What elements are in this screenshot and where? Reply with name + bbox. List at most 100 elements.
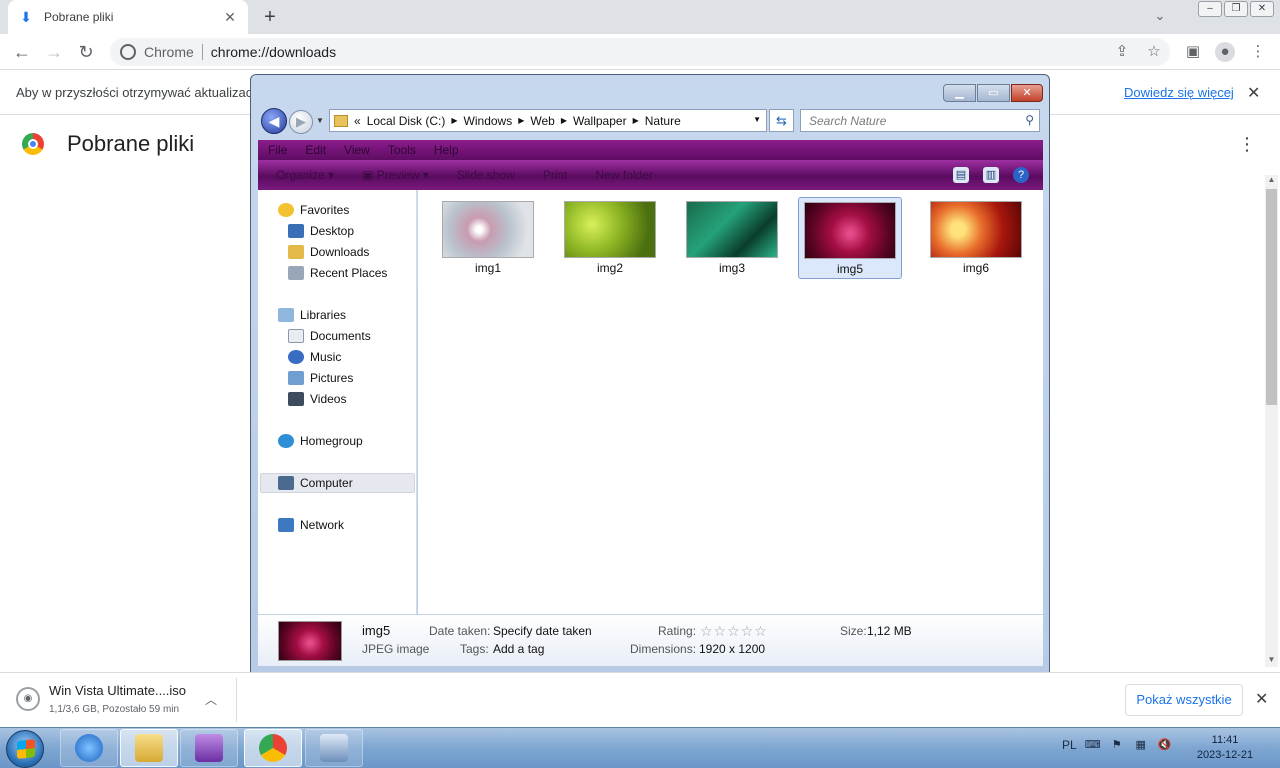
- info-bar-close-icon[interactable]: ✕: [1247, 83, 1260, 103]
- keyboard-icon[interactable]: ⌨: [1085, 738, 1101, 752]
- tab-close-icon[interactable]: ✕: [222, 9, 238, 25]
- system-clock[interactable]: 11:41 2023-12-21: [1190, 733, 1260, 763]
- nav-homegroup[interactable]: Homegroup: [278, 431, 363, 451]
- explorer-back-icon[interactable]: ◀: [261, 108, 287, 134]
- explorer-search-input[interactable]: Search Nature ⚲: [800, 109, 1040, 132]
- file-thumbnail[interactable]: img3: [680, 197, 784, 279]
- explorer-window-controls: ▁ ▭ ✕: [943, 84, 1043, 102]
- file-name: img2: [596, 261, 623, 275]
- page-menu-kebab-icon[interactable]: ⋮: [1238, 134, 1256, 155]
- change-view-icon[interactable]: ▤: [953, 167, 969, 183]
- menu-help[interactable]: Help: [434, 143, 459, 157]
- volume-muted-icon[interactable]: 🔇: [1157, 738, 1173, 752]
- nav-downloads[interactable]: Downloads: [288, 242, 369, 262]
- scrollbar-thumb[interactable]: [1266, 189, 1277, 405]
- back-arrow-icon[interactable]: ←: [10, 40, 34, 64]
- close-button[interactable]: ✕: [1250, 1, 1274, 17]
- explorer-maximize-button[interactable]: ▭: [977, 84, 1010, 102]
- profile-avatar-icon[interactable]: ●: [1215, 42, 1235, 62]
- bookmark-star-icon[interactable]: ☆: [1144, 42, 1164, 62]
- menu-view[interactable]: View: [344, 143, 370, 157]
- history-dropdown-icon[interactable]: ▼: [316, 116, 324, 125]
- scroll-up-icon[interactable]: ▲: [1265, 175, 1278, 187]
- tab-downloads[interactable]: ⬇ Pobrane pliki ✕: [8, 0, 248, 34]
- language-indicator[interactable]: PL: [1062, 738, 1077, 752]
- minimize-button[interactable]: –: [1198, 1, 1222, 17]
- explorer-close-button[interactable]: ✕: [1011, 84, 1043, 102]
- download-shelf: ◉ Win Vista Ultimate....iso 1,1/3,6 GB, …: [0, 672, 1280, 727]
- share-icon[interactable]: ⇪: [1112, 42, 1132, 62]
- show-all-button[interactable]: Pokaż wszystkie: [1125, 684, 1243, 716]
- new-tab-button[interactable]: +: [258, 6, 282, 28]
- breadcrumb-overflow[interactable]: «: [354, 114, 361, 128]
- slide-show-button[interactable]: Slide show: [457, 168, 515, 182]
- breadcrumb-separator-icon[interactable]: ▶: [518, 116, 524, 125]
- preview-button[interactable]: ▣ Preview ▾: [362, 168, 429, 182]
- tab-title: Pobrane pliki: [44, 10, 114, 24]
- scroll-down-icon[interactable]: ▼: [1265, 655, 1278, 667]
- nav-pictures[interactable]: Pictures: [288, 368, 353, 388]
- file-thumbnail[interactable]: img6: [924, 197, 1028, 279]
- breadcrumb-local-disk[interactable]: Local Disk (C:): [367, 114, 446, 128]
- download-file-name[interactable]: Win Vista Ultimate....iso: [49, 683, 186, 698]
- breadcrumb-wallpaper[interactable]: Wallpaper: [573, 114, 627, 128]
- help-icon[interactable]: ?: [1013, 167, 1029, 183]
- tab-search-chevron-icon[interactable]: ⌄: [1150, 8, 1170, 26]
- organize-button[interactable]: Organize ▾: [276, 168, 334, 182]
- start-button[interactable]: [6, 730, 44, 768]
- menu-tools[interactable]: Tools: [388, 143, 416, 157]
- address-bar[interactable]: Chrome chrome://downloads: [110, 38, 1170, 66]
- file-thumbnail[interactable]: img1: [436, 197, 540, 279]
- file-thumbnail[interactable]: img2: [558, 197, 662, 279]
- nav-favorites[interactable]: Favorites: [278, 200, 349, 220]
- breadcrumb-separator-icon[interactable]: ▶: [451, 116, 457, 125]
- taskbar-explorer[interactable]: [120, 729, 178, 767]
- breadcrumb-separator-icon[interactable]: ▶: [633, 116, 639, 125]
- side-panel-icon[interactable]: ▣: [1183, 42, 1203, 62]
- nav-videos[interactable]: Videos: [288, 389, 346, 409]
- print-button[interactable]: Print: [543, 168, 568, 182]
- forward-arrow-icon[interactable]: →: [42, 40, 66, 64]
- menu-kebab-icon[interactable]: ⋮: [1248, 42, 1268, 62]
- taskbar-control-panel[interactable]: [305, 729, 363, 767]
- taskbar-chrome[interactable]: [244, 729, 302, 767]
- nav-desktop[interactable]: Desktop: [288, 221, 354, 241]
- learn-more-link[interactable]: Dowiedz się więcej: [1124, 85, 1234, 100]
- file-thumbnail-selected[interactable]: img5: [798, 197, 902, 279]
- taskbar-ie[interactable]: [60, 729, 118, 767]
- image-preview: [442, 201, 534, 258]
- taskbar-media[interactable]: [180, 729, 238, 767]
- breadcrumb-separator-icon[interactable]: ▶: [561, 116, 567, 125]
- breadcrumb-web[interactable]: Web: [530, 114, 554, 128]
- page-scrollbar[interactable]: ▲ ▼: [1265, 175, 1278, 667]
- nav-network[interactable]: Network: [278, 515, 344, 535]
- chevron-up-icon[interactable]: ︿: [205, 691, 217, 708]
- restore-button[interactable]: ❐: [1224, 1, 1248, 17]
- explorer-minimize-button[interactable]: ▁: [943, 84, 976, 102]
- new-folder-button[interactable]: New folder: [596, 168, 653, 182]
- date-taken-value[interactable]: Specify date taken: [493, 624, 592, 638]
- menu-file[interactable]: File: [268, 143, 287, 157]
- explorer-forward-icon[interactable]: ▶: [289, 110, 313, 134]
- nav-documents[interactable]: Documents: [288, 326, 371, 346]
- breadcrumb-nature[interactable]: Nature: [645, 114, 681, 128]
- menu-edit[interactable]: Edit: [305, 143, 326, 157]
- system-tray: PL ⌨ ⚑ ▦ 🔇: [1062, 738, 1173, 752]
- nav-music[interactable]: Music: [288, 347, 341, 367]
- breadcrumb-windows[interactable]: Windows: [464, 114, 513, 128]
- nav-computer[interactable]: Computer: [260, 473, 415, 493]
- navigation-pane: Favorites Desktop Downloads Recent Place…: [258, 190, 417, 614]
- nav-recent-places[interactable]: Recent Places: [288, 263, 387, 283]
- reload-icon[interactable]: ↻: [74, 40, 98, 64]
- explorer-refresh-icon[interactable]: ⇆: [769, 109, 794, 132]
- preview-pane-icon[interactable]: ▥: [983, 167, 999, 183]
- tags-value[interactable]: Add a tag: [493, 642, 544, 656]
- search-icon[interactable]: ⚲: [1025, 113, 1034, 127]
- action-center-flag-icon[interactable]: ⚑: [1109, 738, 1125, 752]
- shelf-close-icon[interactable]: ✕: [1255, 689, 1268, 709]
- nav-libraries[interactable]: Libraries: [278, 305, 346, 325]
- rating-stars-icon[interactable]: ☆☆☆☆☆: [700, 623, 768, 640]
- explorer-address-bar[interactable]: « Local Disk (C:) ▶ Windows ▶ Web ▶ Wall…: [329, 109, 767, 132]
- address-dropdown-icon[interactable]: ▼: [753, 115, 761, 124]
- network-icon[interactable]: ▦: [1133, 738, 1149, 752]
